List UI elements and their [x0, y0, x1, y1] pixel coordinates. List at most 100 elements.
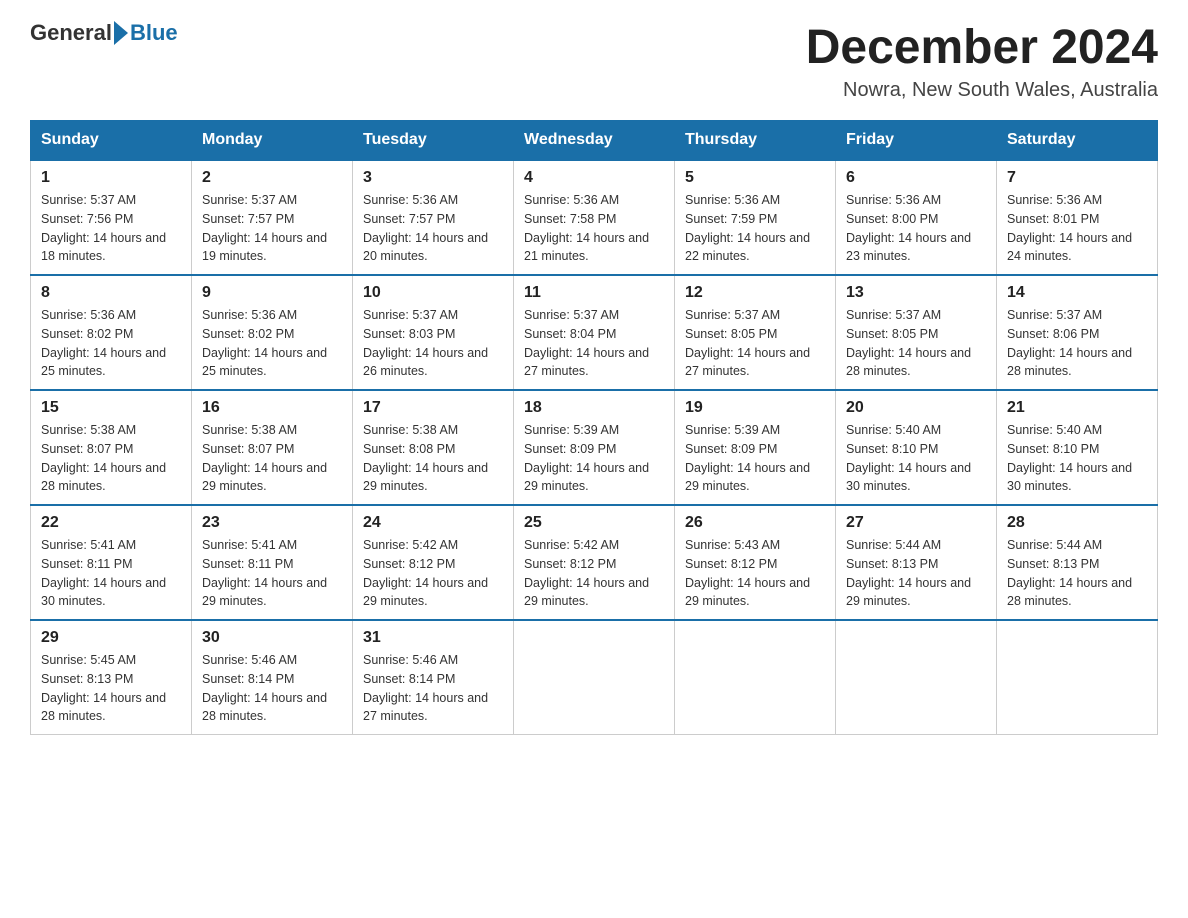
calendar-week-4: 22 Sunrise: 5:41 AMSunset: 8:11 PMDayligh… — [31, 505, 1158, 620]
day-info: Sunrise: 5:36 AMSunset: 7:58 PMDaylight:… — [524, 191, 664, 266]
day-number: 25 — [524, 514, 664, 532]
day-number: 3 — [363, 169, 503, 187]
calendar-cell — [675, 620, 836, 735]
calendar-cell: 1Sunrise: 5:37 AMSunset: 7:56 PMDaylight… — [31, 160, 192, 275]
day-info: Sunrise: 5:38 AMSunset: 8:07 PMDaylight:… — [202, 421, 342, 496]
calendar-header-thursday: Thursday — [675, 121, 836, 161]
page-header: General Blue December 2024 Nowra, New So… — [30, 20, 1158, 102]
day-number: 14 — [1007, 284, 1147, 302]
calendar-header-row: SundayMondayTuesdayWednesdayThursdayFrid… — [31, 121, 1158, 161]
calendar-cell: 4Sunrise: 5:36 AMSunset: 7:58 PMDaylight… — [514, 160, 675, 275]
calendar-cell: 12 Sunrise: 5:37 AMSunset: 8:05 PMDayligh… — [675, 275, 836, 390]
day-info: Sunrise: 5:40 AMSunset: 8:10 PMDaylight:… — [1007, 421, 1147, 496]
logo-blue-text: Blue — [130, 20, 178, 46]
day-number: 19 — [685, 399, 825, 417]
calendar-cell: 15 Sunrise: 5:38 AMSunset: 8:07 PMDayligh… — [31, 390, 192, 505]
calendar-cell: 6Sunrise: 5:36 AMSunset: 8:00 PMDaylight… — [836, 160, 997, 275]
day-number: 13 — [846, 284, 986, 302]
calendar-table: SundayMondayTuesdayWednesdayThursdayFrid… — [30, 120, 1158, 735]
calendar-cell: 21 Sunrise: 5:40 AMSunset: 8:10 PMDayligh… — [997, 390, 1158, 505]
day-number: 23 — [202, 514, 342, 532]
day-info: Sunrise: 5:37 AMSunset: 8:05 PMDaylight:… — [846, 306, 986, 381]
day-number: 27 — [846, 514, 986, 532]
calendar-cell: 9 Sunrise: 5:36 AMSunset: 8:02 PMDaylight… — [192, 275, 353, 390]
day-info: Sunrise: 5:40 AMSunset: 8:10 PMDaylight:… — [846, 421, 986, 496]
title-area: December 2024 Nowra, New South Wales, Au… — [806, 20, 1158, 102]
calendar-header-tuesday: Tuesday — [353, 121, 514, 161]
day-number: 24 — [363, 514, 503, 532]
calendar-header-sunday: Sunday — [31, 121, 192, 161]
calendar-week-1: 1Sunrise: 5:37 AMSunset: 7:56 PMDaylight… — [31, 160, 1158, 275]
day-number: 28 — [1007, 514, 1147, 532]
day-info: Sunrise: 5:37 AMSunset: 8:03 PMDaylight:… — [363, 306, 503, 381]
day-info: Sunrise: 5:39 AMSunset: 8:09 PMDaylight:… — [685, 421, 825, 496]
day-number: 8 — [41, 284, 181, 302]
day-number: 11 — [524, 284, 664, 302]
calendar-cell: 25Sunrise: 5:42 AMSunset: 8:12 PMDayligh… — [514, 505, 675, 620]
day-number: 31 — [363, 629, 503, 647]
day-info: Sunrise: 5:46 AMSunset: 8:14 PMDaylight:… — [202, 651, 342, 726]
day-number: 6 — [846, 169, 986, 187]
calendar-cell: 18 Sunrise: 5:39 AMSunset: 8:09 PMDayligh… — [514, 390, 675, 505]
day-number: 15 — [41, 399, 181, 417]
calendar-cell: 17Sunrise: 5:38 AMSunset: 8:08 PMDayligh… — [353, 390, 514, 505]
calendar-cell: 10 Sunrise: 5:37 AMSunset: 8:03 PMDayligh… — [353, 275, 514, 390]
day-info: Sunrise: 5:36 AMSunset: 8:02 PMDaylight:… — [202, 306, 342, 381]
calendar-cell: 26 Sunrise: 5:43 AMSunset: 8:12 PMDayligh… — [675, 505, 836, 620]
day-info: Sunrise: 5:36 AMSunset: 8:01 PMDaylight:… — [1007, 191, 1147, 266]
calendar-cell: 30 Sunrise: 5:46 AMSunset: 8:14 PMDayligh… — [192, 620, 353, 735]
calendar-header-wednesday: Wednesday — [514, 121, 675, 161]
calendar-header-monday: Monday — [192, 121, 353, 161]
calendar-cell — [997, 620, 1158, 735]
calendar-cell — [836, 620, 997, 735]
day-info: Sunrise: 5:36 AMSunset: 7:59 PMDaylight:… — [685, 191, 825, 266]
calendar-cell: 3 Sunrise: 5:36 AMSunset: 7:57 PMDaylight… — [353, 160, 514, 275]
calendar-cell: 20Sunrise: 5:40 AMSunset: 8:10 PMDayligh… — [836, 390, 997, 505]
day-number: 17 — [363, 399, 503, 417]
calendar-cell: 11 Sunrise: 5:37 AMSunset: 8:04 PMDayligh… — [514, 275, 675, 390]
calendar-cell: 24 Sunrise: 5:42 AMSunset: 8:12 PMDayligh… — [353, 505, 514, 620]
calendar-week-3: 15 Sunrise: 5:38 AMSunset: 8:07 PMDayligh… — [31, 390, 1158, 505]
calendar-cell: 16 Sunrise: 5:38 AMSunset: 8:07 PMDayligh… — [192, 390, 353, 505]
day-number: 16 — [202, 399, 342, 417]
day-number: 21 — [1007, 399, 1147, 417]
calendar-cell: 7Sunrise: 5:36 AMSunset: 8:01 PMDaylight… — [997, 160, 1158, 275]
calendar-header-saturday: Saturday — [997, 121, 1158, 161]
day-info: Sunrise: 5:37 AMSunset: 7:57 PMDaylight:… — [202, 191, 342, 266]
day-info: Sunrise: 5:44 AMSunset: 8:13 PMDaylight:… — [1007, 536, 1147, 611]
calendar-week-2: 8 Sunrise: 5:36 AMSunset: 8:02 PMDaylight… — [31, 275, 1158, 390]
day-number: 10 — [363, 284, 503, 302]
day-info: Sunrise: 5:41 AMSunset: 8:11 PMDaylight:… — [202, 536, 342, 611]
calendar-cell: 2 Sunrise: 5:37 AMSunset: 7:57 PMDaylight… — [192, 160, 353, 275]
page-subtitle: Nowra, New South Wales, Australia — [806, 79, 1158, 102]
logo-general-text: General — [30, 20, 112, 46]
day-number: 2 — [202, 169, 342, 187]
day-info: Sunrise: 5:36 AMSunset: 7:57 PMDaylight:… — [363, 191, 503, 266]
day-info: Sunrise: 5:38 AMSunset: 8:07 PMDaylight:… — [41, 421, 181, 496]
day-info: Sunrise: 5:39 AMSunset: 8:09 PMDaylight:… — [524, 421, 664, 496]
day-number: 18 — [524, 399, 664, 417]
day-info: Sunrise: 5:37 AMSunset: 8:05 PMDaylight:… — [685, 306, 825, 381]
day-info: Sunrise: 5:42 AMSunset: 8:12 PMDaylight:… — [363, 536, 503, 611]
day-number: 22 — [41, 514, 181, 532]
calendar-cell: 8 Sunrise: 5:36 AMSunset: 8:02 PMDaylight… — [31, 275, 192, 390]
logo-triangle-icon — [114, 21, 128, 45]
calendar-cell: 31 Sunrise: 5:46 AMSunset: 8:14 PMDayligh… — [353, 620, 514, 735]
day-number: 9 — [202, 284, 342, 302]
calendar-cell: 29Sunrise: 5:45 AMSunset: 8:13 PMDayligh… — [31, 620, 192, 735]
day-number: 12 — [685, 284, 825, 302]
day-info: Sunrise: 5:41 AMSunset: 8:11 PMDaylight:… — [41, 536, 181, 611]
day-info: Sunrise: 5:37 AMSunset: 7:56 PMDaylight:… — [41, 191, 181, 266]
day-number: 30 — [202, 629, 342, 647]
day-info: Sunrise: 5:46 AMSunset: 8:14 PMDaylight:… — [363, 651, 503, 726]
day-number: 26 — [685, 514, 825, 532]
day-info: Sunrise: 5:36 AMSunset: 8:02 PMDaylight:… — [41, 306, 181, 381]
page-title: December 2024 — [806, 20, 1158, 75]
calendar-header-friday: Friday — [836, 121, 997, 161]
day-info: Sunrise: 5:37 AMSunset: 8:04 PMDaylight:… — [524, 306, 664, 381]
day-info: Sunrise: 5:44 AMSunset: 8:13 PMDaylight:… — [846, 536, 986, 611]
calendar-cell: 5Sunrise: 5:36 AMSunset: 7:59 PMDaylight… — [675, 160, 836, 275]
day-info: Sunrise: 5:45 AMSunset: 8:13 PMDaylight:… — [41, 651, 181, 726]
day-info: Sunrise: 5:43 AMSunset: 8:12 PMDaylight:… — [685, 536, 825, 611]
calendar-cell: 13 Sunrise: 5:37 AMSunset: 8:05 PMDayligh… — [836, 275, 997, 390]
